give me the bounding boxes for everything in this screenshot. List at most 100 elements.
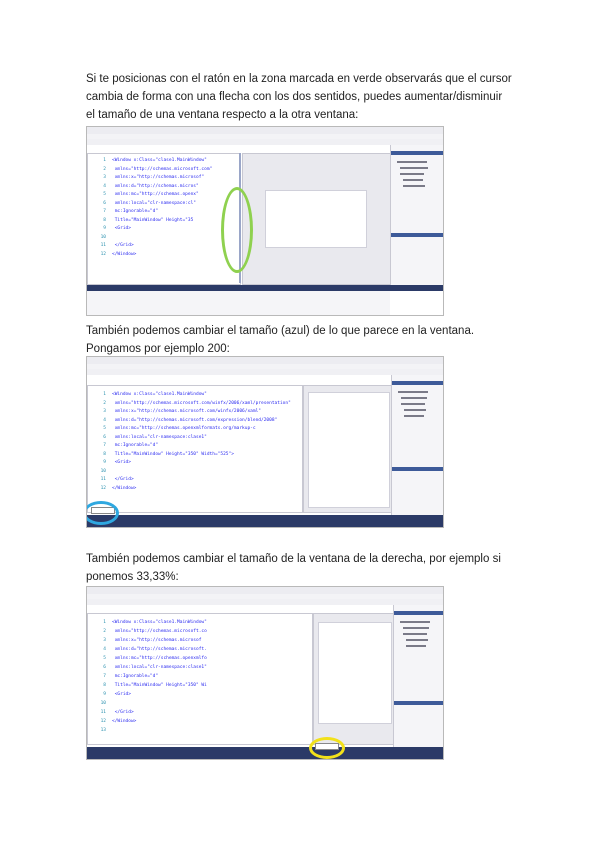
title-bar	[87, 127, 443, 134]
xaml-editor[interactable]: 1 <Window x:Class="clase1.MainWindow" 2 xm…	[87, 385, 303, 513]
code-line[interactable]: 5 xmlns:mc="http://schemas.openx"	[88, 192, 199, 197]
code-line[interactable]: 2 xmlns="http://schemas.microsoft.co	[88, 629, 207, 634]
code-line[interactable]: 11 </Grid>	[88, 710, 134, 715]
code-text: xmlns:d="http://schemas.microsoft.	[112, 647, 207, 652]
code-line[interactable]: 11 </Grid>	[88, 243, 134, 248]
solution-explorer-header	[392, 381, 443, 385]
code-text: xmlns:local="clr-namespace:clase1"	[112, 665, 207, 670]
code-line[interactable]: 2 xmlns="http://schemas.microsoft.com/wi…	[88, 401, 291, 406]
status-bar	[87, 515, 443, 527]
line-number: 6	[103, 200, 106, 206]
code-text: xmlns:x="http://schemas.microsof	[112, 638, 202, 643]
line-number: 10	[100, 468, 106, 474]
design-surface	[313, 613, 395, 745]
code-line[interactable]: 12 </Window>	[88, 251, 137, 257]
design-surface	[303, 385, 393, 513]
code-line[interactable]: 1 <Window x:Class="clase1.MainWindow"	[88, 392, 207, 397]
line-number: 2	[103, 400, 106, 406]
line-number: 12	[100, 485, 106, 491]
code-line[interactable]: 9 <Grid>	[88, 226, 131, 231]
xaml-editor[interactable]: 1 <Window x:Class="clase1.MainWindow" 2 xm…	[87, 153, 241, 285]
properties-header	[394, 701, 443, 705]
line-number: 9	[103, 692, 106, 697]
code-text: </Window>	[112, 485, 137, 491]
code-text: <Window x:Class="clase1.MainWindow"	[112, 620, 207, 625]
code-line[interactable]: 9 <Grid>	[88, 460, 131, 465]
code-text: </Grid>	[112, 710, 134, 715]
code-line[interactable]: 7 mc:Ignorable="d"	[88, 209, 158, 214]
code-line[interactable]: 6 xmlns:local="clr-namespace:clase1"	[88, 665, 207, 670]
vs-screenshot-2: 1 <Window x:Class="clase1.MainWindow" 2 xm…	[86, 356, 444, 528]
line-number: 8	[103, 451, 106, 457]
code-text: mc:Ignorable="d"	[112, 674, 159, 679]
code-text: Title="MainWindow" Height="350" Width="5…	[112, 451, 234, 457]
code-line[interactable]: 1 <Window x:Class="clase1.MainWindow"	[88, 620, 207, 625]
code-line[interactable]: 10	[88, 701, 112, 706]
code-line[interactable]: 10	[88, 469, 112, 474]
code-line[interactable]: 3 xmlns:x="http://schemas.microsof	[88, 638, 201, 643]
line-number: 11	[100, 710, 106, 715]
solution-explorer	[391, 375, 443, 527]
line-number: 12	[100, 251, 106, 257]
code-line[interactable]: 4 xmlns:d="http://schemas.micros"	[88, 184, 198, 189]
line-number: 10	[100, 701, 106, 706]
code-text: <Grid>	[112, 226, 131, 231]
line-number: 1	[103, 392, 106, 397]
code-line[interactable]: 8 Title="MainWindow" Height="350" Wi	[88, 683, 207, 688]
line-number: 8	[103, 217, 106, 223]
code-text: xmlns="http://schemas.microsoft.com"	[112, 166, 213, 172]
code-line[interactable]: 4 xmlns:d="http://schemas.microsoft.com/…	[88, 418, 277, 423]
code-text: xmlns:mc="http://schemas.openxmlfo	[112, 656, 207, 661]
code-line[interactable]: 5 xmlns:mc="http://schemas.openxmlfo	[88, 656, 207, 661]
line-number: 1	[103, 158, 106, 163]
code-line[interactable]: 10	[88, 235, 112, 240]
code-line[interactable]: 7 mc:Ignorable="d"	[88, 443, 158, 448]
solution-explorer-header	[394, 611, 443, 615]
line-number: 2	[103, 629, 106, 634]
code-line[interactable]: 1 <Window x:Class="clase1.MainWindow"	[88, 158, 207, 163]
line-number: 8	[103, 683, 106, 688]
line-number: 12	[100, 719, 106, 724]
xaml-editor[interactable]: 1 <Window x:Class="clase1.MainWindow" 2 xm…	[87, 613, 313, 745]
code-line[interactable]: 12 </Window>	[88, 485, 137, 491]
code-line[interactable]: 2 xmlns="http://schemas.microsoft.com"	[88, 167, 212, 172]
window-preview	[308, 392, 390, 508]
code-line[interactable]: 7 mc:Ignorable="d"	[88, 674, 158, 679]
solution-explorer-header	[391, 151, 443, 155]
code-text: xmlns:x="http://schemas.microsoft.com/wi…	[112, 409, 262, 414]
vs-screenshot-3: 1 <Window x:Class="clase1.MainWindow" 2 xm…	[86, 586, 444, 760]
code-text: xmlns:local="clr-namespace:cl"	[112, 200, 196, 206]
code-text: xmlns:d="http://schemas.microsoft.com/ex…	[112, 417, 278, 423]
line-number: 2	[103, 166, 106, 172]
code-line[interactable]: 11 </Grid>	[88, 477, 134, 482]
line-number: 11	[100, 243, 106, 248]
line-number: 3	[103, 409, 106, 414]
line-number: 7	[103, 443, 106, 448]
code-text: xmlns:mc="http://schemas.openx"	[112, 192, 199, 197]
code-line[interactable]: 8 Title="MainWindow" Height="35	[88, 218, 193, 223]
line-number: 5	[103, 426, 106, 431]
window-preview	[318, 622, 392, 724]
toolbar	[87, 599, 443, 605]
properties-header	[392, 467, 443, 471]
code-line[interactable]: 12 </Window>	[88, 719, 137, 724]
code-line[interactable]: 5 xmlns:mc="http://schemas.openxmlformat…	[88, 426, 255, 431]
code-text: <Grid>	[112, 692, 131, 697]
vs-screenshot-1: 1 <Window x:Class="clase1.MainWindow" 2 xm…	[86, 126, 444, 316]
code-line[interactable]: 8 Title="MainWindow" Height="350" Width=…	[88, 452, 234, 457]
code-line[interactable]: 3 xmlns:x="http://schemas.microsoft.com/…	[88, 409, 261, 414]
yellow-highlight-circle	[309, 737, 345, 759]
design-surface	[242, 153, 392, 285]
code-line[interactable]: 4 xmlns:d="http://schemas.microsoft.	[88, 647, 207, 652]
line-number: 7	[103, 209, 106, 214]
code-text: xmlns:x="http://schemas.microsof"	[112, 175, 205, 180]
toolbar	[87, 369, 443, 375]
line-number: 3	[103, 175, 106, 180]
code-line[interactable]: 6 xmlns:local="clr-namespace:clase1"	[88, 435, 207, 440]
code-line[interactable]: 13	[88, 728, 112, 733]
code-line[interactable]: 6 xmlns:local="clr-namespace:cl"	[88, 201, 196, 206]
code-line[interactable]: 9 <Grid>	[88, 692, 131, 697]
code-line[interactable]: 3 xmlns:x="http://schemas.microsof"	[88, 175, 204, 180]
code-text: <Window x:Class="clase1.MainWindow"	[112, 158, 207, 163]
line-number: 11	[100, 477, 106, 482]
